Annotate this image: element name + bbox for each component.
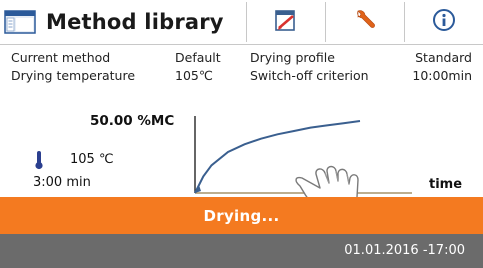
drying-status-bar[interactable]: Drying... (0, 197, 483, 234)
date-time-bar: 01.01.2016 -17:00 (0, 234, 483, 268)
drying-status-text: Drying... (203, 206, 280, 225)
x-axis-label: time (429, 177, 462, 192)
date-time-text: 01.01.2016 -17:00 (344, 243, 465, 258)
